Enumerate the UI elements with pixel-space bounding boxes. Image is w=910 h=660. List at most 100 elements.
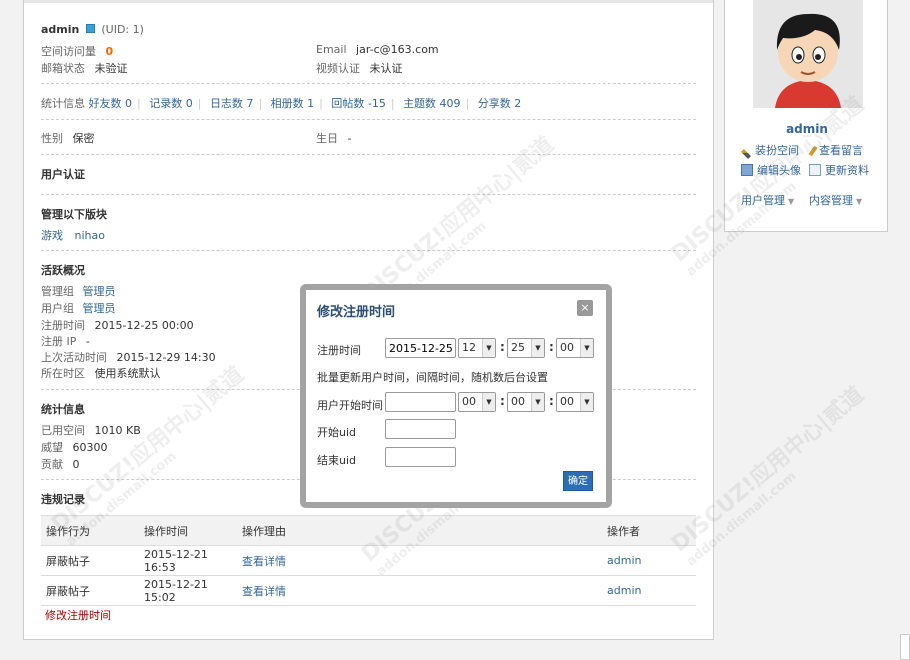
- time-separator: :: [500, 340, 505, 354]
- update-profile-label: 更新资料: [825, 164, 869, 177]
- prestige-label: 威望: [41, 441, 63, 454]
- end-uid-label: 结束uid: [317, 454, 357, 467]
- forum-link-game[interactable]: 游戏: [41, 229, 63, 242]
- timezone-label: 所在时区: [41, 367, 85, 380]
- top-bar: [24, 0, 713, 3]
- reg-ip-label: 注册 IP: [41, 335, 77, 348]
- start-date-input[interactable]: [385, 392, 456, 412]
- admin-group-label: 管理组: [41, 285, 74, 298]
- prestige-value: 60300: [72, 441, 108, 454]
- start-time-label: 用户开始时间: [317, 399, 383, 412]
- stats-row: 统计信息 好友数 0 | 记录数 0 | 日志数 7 | 相册数 1 | 回帖数 -15…: [41, 97, 522, 110]
- scroll-corner: [900, 634, 910, 660]
- reg-time-label: 注册时间: [41, 319, 85, 332]
- edit-reg-time-link[interactable]: 修改注册时间: [45, 607, 111, 623]
- space-value: 1010 KB: [94, 424, 141, 437]
- brush-icon: [741, 149, 751, 159]
- stat-replies-link[interactable]: 回帖数 -15: [331, 97, 385, 110]
- forum-link-nihao[interactable]: nihao: [75, 229, 105, 242]
- start-uid-label: 开始uid: [317, 426, 357, 439]
- reg-time-row: 注册时间 2015-12-25 00:00: [41, 317, 194, 333]
- space-row: 已用空间 1010 KB: [41, 422, 141, 438]
- auth-heading: 用户认证: [41, 168, 85, 181]
- start-uid-input[interactable]: [385, 419, 456, 439]
- time-separator: :: [549, 394, 554, 408]
- gender-row: 性别 保密: [41, 130, 95, 146]
- reg-ip-row: 注册 IP -: [41, 333, 90, 349]
- close-button[interactable]: ×: [577, 300, 593, 316]
- gender-value: 保密: [72, 132, 95, 145]
- operator-link[interactable]: admin: [607, 554, 641, 567]
- content-manage-menu[interactable]: 内容管理 ▼: [809, 192, 862, 208]
- reg-ip-value: -: [85, 335, 90, 348]
- detail-link[interactable]: 查看详情: [242, 555, 286, 568]
- stat-albums-link[interactable]: 相册数 1: [271, 97, 315, 110]
- content-manage-label: 内容管理: [809, 194, 853, 207]
- profile-username[interactable]: admin: [41, 23, 79, 36]
- contrib-value: 0: [72, 458, 80, 471]
- profile-header: admin (UID: 1): [41, 23, 144, 36]
- email-value: jar-c@163.com: [356, 43, 439, 56]
- forums-heading: 管理以下版块: [41, 208, 107, 221]
- contrib-label: 贡献: [41, 458, 63, 471]
- divider: [41, 119, 696, 120]
- user-group-link[interactable]: 管理员: [83, 302, 116, 315]
- reg-time-value: 2015-12-25 00:00: [94, 319, 194, 332]
- start-hour-select[interactable]: 00 ▼: [458, 392, 496, 412]
- timezone-value: 使用系统默认: [94, 367, 161, 380]
- last-active-value: 2015-12-29 14:30: [116, 351, 216, 364]
- chevron-down-icon: ▼: [580, 339, 593, 357]
- dialog-title: 修改注册时间: [317, 305, 396, 320]
- chevron-down-icon: ▼: [531, 393, 544, 411]
- time-separator: :: [549, 340, 554, 354]
- last-active-row: 上次活动时间 2015-12-29 14:30: [41, 349, 216, 365]
- visits-row: 空间访问量 0: [41, 43, 113, 59]
- end-uid-input[interactable]: [385, 447, 456, 467]
- email-label: Email: [316, 43, 347, 56]
- confirm-button[interactable]: 确定: [563, 471, 593, 491]
- mail-status-label: 邮箱状态: [41, 62, 85, 75]
- cell-action: 屏蔽帖子: [41, 545, 139, 576]
- chevron-down-icon: ▼: [531, 339, 544, 357]
- divider: [41, 154, 696, 155]
- visits-label: 空间访问量: [41, 45, 96, 58]
- stat-blogs-link[interactable]: 日志数 7: [210, 97, 254, 110]
- chevron-down-icon: ▼: [482, 393, 495, 411]
- stat-threads-link[interactable]: 主题数 409: [403, 97, 461, 110]
- cell-action: 屏蔽帖子: [41, 575, 139, 606]
- hour-select[interactable]: 12 ▼: [458, 338, 496, 358]
- user-group-row: 用户组 管理员: [41, 300, 116, 316]
- timezone-row: 所在时区 使用系统默认: [41, 365, 161, 381]
- stat-friends-link[interactable]: 好友数 0: [89, 97, 133, 110]
- minute-select[interactable]: 25 ▼: [507, 338, 545, 358]
- reg-date-input[interactable]: [385, 338, 456, 358]
- admin-group-row: 管理组 管理员: [41, 283, 116, 299]
- stat-records-link[interactable]: 记录数 0: [149, 97, 193, 110]
- col-time: 操作时间: [139, 515, 237, 546]
- cell-time: 2015-12-21 15:02: [139, 575, 237, 606]
- birthday-value: -: [347, 132, 352, 145]
- email-row: Email jar-c@163.com: [316, 43, 439, 56]
- chevron-down-icon: ▼: [856, 197, 863, 206]
- activity-heading: 活跃概况: [41, 264, 85, 277]
- stats-label: 统计信息: [41, 97, 85, 110]
- chevron-down-icon: ▼: [482, 339, 495, 357]
- admin-group-link[interactable]: 管理员: [83, 285, 116, 298]
- space-label: 已用空间: [41, 424, 85, 437]
- birthday-row: 生日 -: [316, 130, 351, 146]
- mail-status-value: 未验证: [94, 62, 128, 75]
- second-select[interactable]: 00 ▼: [556, 338, 594, 358]
- chevron-down-icon: ▼: [580, 393, 593, 411]
- operator-link[interactable]: admin: [607, 584, 641, 597]
- stat-shares-link[interactable]: 分享数 2: [478, 97, 522, 110]
- gender-label: 性别: [41, 132, 63, 145]
- divider: [41, 250, 696, 251]
- visits-value: 0: [105, 45, 114, 58]
- contrib-row: 贡献 0: [41, 456, 80, 472]
- birthday-label: 生日: [316, 132, 338, 145]
- detail-link[interactable]: 查看详情: [242, 585, 286, 598]
- start-second-select[interactable]: 00 ▼: [556, 392, 594, 412]
- start-minute-select[interactable]: 00 ▼: [507, 392, 545, 412]
- user-group-label: 用户组: [41, 302, 74, 315]
- mail-status-row: 邮箱状态 未验证: [41, 60, 128, 76]
